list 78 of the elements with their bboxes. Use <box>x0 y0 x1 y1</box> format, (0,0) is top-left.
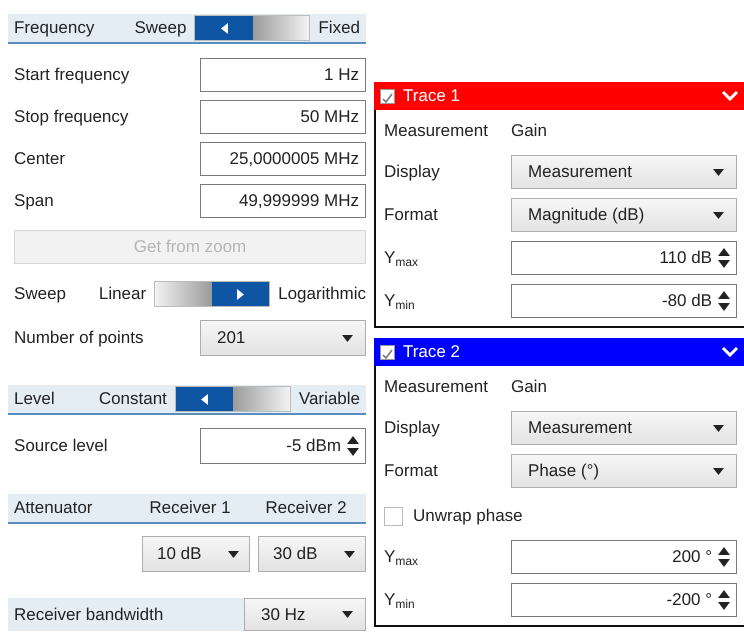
input-field[interactable]: 1 Hz <box>200 58 366 92</box>
caret-icon <box>713 168 724 176</box>
field-label: Y$_{min}$ <box>384 590 416 610</box>
field-label: Measurement <box>384 377 489 397</box>
field-label: Number of points <box>14 328 144 348</box>
right-arrow-icon <box>236 288 244 300</box>
column-label: Receiver 2 <box>264 498 348 518</box>
field-label: Stop frequency <box>14 107 128 127</box>
toggle-switch[interactable] <box>174 386 291 412</box>
trace-title: Trace 2 <box>403 342 460 362</box>
caret-icon <box>713 424 724 432</box>
dropdown[interactable]: 201 <box>200 320 366 356</box>
section-title: Receiver bandwidth <box>14 604 164 624</box>
field-label: Source level <box>14 436 108 456</box>
field-label: Format <box>384 461 439 481</box>
section-title: Attenuator <box>14 498 94 518</box>
toggle-label: Fixed <box>318 18 360 38</box>
spinner-icon[interactable] <box>718 291 730 311</box>
spinner-icon[interactable] <box>718 547 730 567</box>
toggle-label: Constant <box>98 389 167 409</box>
caret-icon <box>342 611 353 618</box>
spin-field[interactable]: -5 dBm <box>200 428 366 464</box>
field-label: Measurement <box>384 121 489 141</box>
dropdown[interactable]: Measurement <box>511 155 737 189</box>
spin-field[interactable]: 200 ° <box>511 540 737 574</box>
dropdown[interactable]: Measurement <box>511 411 737 445</box>
checkbox[interactable] <box>384 506 403 526</box>
toggle-knob[interactable] <box>176 387 234 411</box>
section-title: Level <box>14 389 55 409</box>
left-arrow-icon <box>220 22 228 34</box>
field-label: Y$_{max}$ <box>384 248 420 268</box>
column-label: Receiver 1 <box>148 498 232 518</box>
toggle-label: Sweep <box>134 18 186 38</box>
checkbox-label: Unwrap phase <box>413 506 523 526</box>
toggle-knob[interactable] <box>195 16 253 40</box>
trace-title: Trace 1 <box>403 86 460 106</box>
field-label: Span <box>14 191 54 211</box>
section-title: Frequency <box>14 18 94 38</box>
caret-icon <box>342 334 353 342</box>
spin-field[interactable]: -200 ° <box>511 583 737 617</box>
dropdown[interactable]: 30 dB <box>258 536 366 572</box>
spin-field[interactable]: -80 dB <box>511 284 737 318</box>
field-label: Start frequency <box>14 65 130 85</box>
input-field[interactable]: 49,999999 MHz <box>200 184 366 218</box>
toggle-switch[interactable] <box>194 15 310 41</box>
field-label: Display <box>384 162 441 182</box>
caret-icon <box>713 212 724 218</box>
spin-field[interactable]: 110 dB <box>511 241 737 275</box>
toggle-label: Logarithmic <box>278 284 366 304</box>
caret-icon <box>344 550 355 558</box>
input-field[interactable]: 50 MHz <box>200 100 366 134</box>
checkbox[interactable] <box>380 344 395 360</box>
spinner-icon[interactable] <box>718 590 730 610</box>
dropdown[interactable]: Magnitude (dB) <box>511 198 737 232</box>
spinner-icon[interactable] <box>347 436 359 456</box>
measurement-value: Gain <box>511 377 547 397</box>
field-label: Y$_{min}$ <box>384 290 416 312</box>
toggle-knob[interactable] <box>212 282 270 306</box>
field-label: Center <box>14 149 66 169</box>
chevron-icon[interactable] <box>722 91 738 101</box>
field-label: Sweep <box>14 284 66 304</box>
dropdown[interactable]: Phase (°) <box>511 454 737 488</box>
toggle-label: Linear <box>98 284 146 304</box>
toggle-switch[interactable] <box>154 281 270 307</box>
left-arrow-icon <box>201 394 208 404</box>
field-label: Format <box>384 205 439 225</box>
toggle-label: Variable <box>298 389 360 409</box>
field-label: Display <box>384 418 441 438</box>
spinner-icon[interactable] <box>718 248 730 268</box>
dropdown[interactable]: 10 dB <box>142 536 250 572</box>
field-label: Y$_{max}$ <box>384 546 420 568</box>
caret-icon <box>713 468 724 474</box>
checkbox[interactable] <box>380 88 395 104</box>
input-field[interactable]: 25,0000005 MHz <box>200 142 366 176</box>
measurement-value: Gain <box>511 121 547 141</box>
caret-icon <box>228 550 239 558</box>
chevron-icon[interactable] <box>722 347 738 357</box>
dropdown[interactable]: 30 Hz <box>244 598 366 631</box>
